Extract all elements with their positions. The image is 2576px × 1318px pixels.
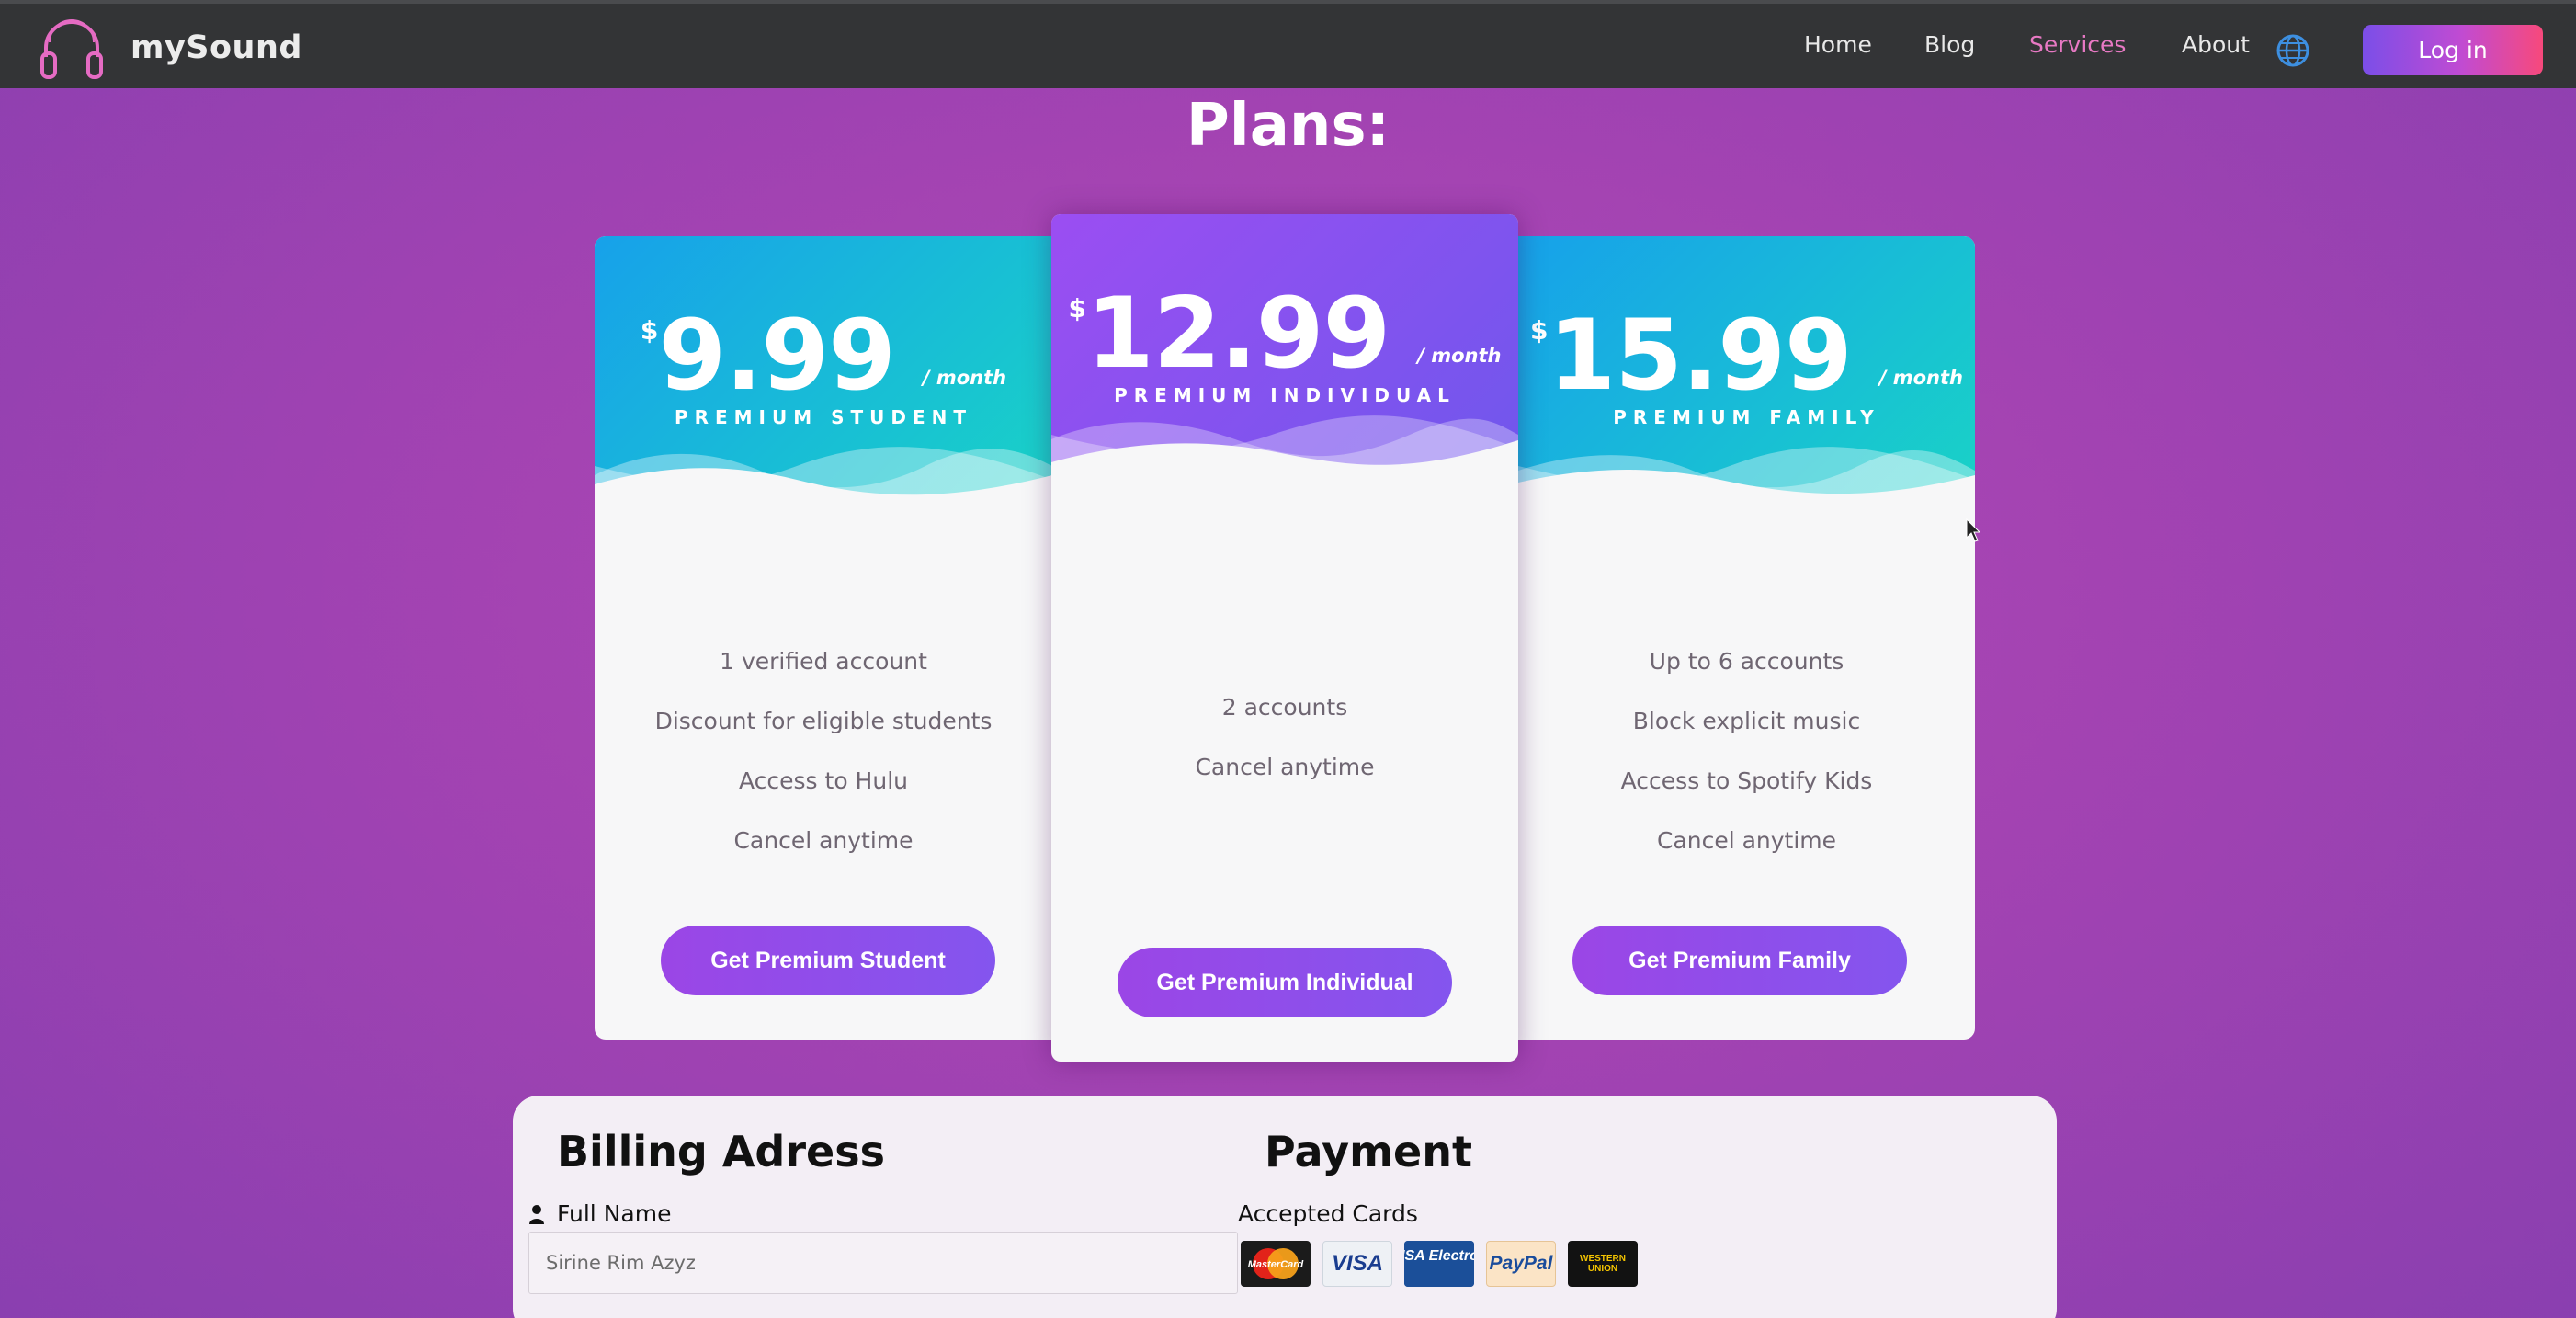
wave-decoration xyxy=(1518,447,1975,512)
payment-title: Payment xyxy=(1265,1127,1472,1176)
login-button[interactable]: Log in xyxy=(2363,25,2543,75)
price: $ 15.99 / month xyxy=(1518,299,1975,412)
full-name-input[interactable]: Sirine Rim Azyz xyxy=(528,1232,1238,1294)
headphones-icon xyxy=(40,19,103,79)
mouse-cursor-icon xyxy=(1966,518,1980,542)
feature-item: Discount for eligible students xyxy=(654,708,993,734)
plan-card-family: $ 15.99 / month PREMIUM FAMILY Up to 6 a… xyxy=(1518,236,1975,1040)
feature-item: Access to Spotify Kids xyxy=(1620,767,1873,794)
get-premium-family-button[interactable]: Get Premium Family xyxy=(1572,926,1907,995)
nav-home[interactable]: Home xyxy=(1804,31,1872,58)
feature-list: Up to 6 accounts Block explicit music Ac… xyxy=(1518,631,1975,870)
feature-item: 2 accounts xyxy=(1221,694,1348,721)
feature-list: 1 verified account Discount for eligible… xyxy=(595,631,1052,870)
price-period: / month xyxy=(1417,345,1502,367)
nav-about[interactable]: About xyxy=(2182,31,2250,58)
user-icon xyxy=(529,1205,544,1224)
visa-icon: VISA xyxy=(1322,1241,1392,1287)
plan-name: PREMIUM INDIVIDUAL xyxy=(1114,384,1456,406)
plan-card-student: $ 9.99 / month PREMIUM STUDENT 1 verifie… xyxy=(595,236,1052,1040)
feature-item: Cancel anytime xyxy=(733,827,914,854)
currency: $ xyxy=(1068,293,1086,324)
price-amount: 12.99 xyxy=(1085,277,1390,390)
brand-name: mySound xyxy=(131,29,302,66)
globe-icon[interactable] xyxy=(2275,33,2310,68)
full-name-label: Full Name xyxy=(557,1200,672,1227)
nav-blog[interactable]: Blog xyxy=(1924,31,1975,58)
page-title: Plans: xyxy=(1186,92,1390,160)
price: $ 9.99 / month xyxy=(595,299,1052,412)
price-period: / month xyxy=(922,367,1007,389)
feature-item: Cancel anytime xyxy=(1195,754,1375,780)
feature-item: Cancel anytime xyxy=(1656,827,1837,854)
visa-electron-icon: VISA Electron xyxy=(1404,1241,1474,1287)
plan-card-individual: $ 12.99 / month PREMIUM INDIVIDUAL 2 acc… xyxy=(1051,214,1518,1062)
plan-name: PREMIUM FAMILY xyxy=(1613,406,1880,428)
wave-decoration xyxy=(1051,415,1518,490)
plan-name: PREMIUM STUDENT xyxy=(674,406,973,428)
currency: $ xyxy=(1529,315,1549,346)
price: $ 12.99 / month xyxy=(1051,277,1518,390)
nav-services[interactable]: Services xyxy=(2029,31,2126,58)
accepted-cards-label: Accepted Cards xyxy=(1238,1200,1418,1227)
brand[interactable]: mySound xyxy=(37,15,302,81)
visa-electron-label: VISA Electron xyxy=(1404,1248,1474,1264)
price-period: / month xyxy=(1878,367,1963,389)
wave-decoration xyxy=(595,447,1052,512)
mastercard-label: MasterCard xyxy=(1248,1259,1304,1270)
get-premium-student-button[interactable]: Get Premium Student xyxy=(661,926,995,995)
feature-item: 1 verified account xyxy=(720,648,927,675)
paypal-icon: PayPal xyxy=(1486,1241,1556,1287)
currency: $ xyxy=(640,315,659,346)
feature-item: Block explicit music xyxy=(1632,708,1861,734)
price-amount: 9.99 xyxy=(658,299,896,412)
feature-item: Up to 6 accounts xyxy=(1649,648,1844,675)
price-amount: 15.99 xyxy=(1548,299,1852,412)
billing-title: Billing Adress xyxy=(557,1127,885,1176)
get-premium-individual-button[interactable]: Get Premium Individual xyxy=(1118,948,1452,1017)
western-union-icon: WESTERN UNION xyxy=(1568,1241,1638,1287)
feature-item: Access to Hulu xyxy=(738,767,908,794)
feature-list: 2 accounts Cancel anytime xyxy=(1051,677,1518,797)
mastercard-icon: MasterCard xyxy=(1241,1241,1311,1287)
navbar: mySound Home Blog Services About Log in xyxy=(0,0,2576,88)
